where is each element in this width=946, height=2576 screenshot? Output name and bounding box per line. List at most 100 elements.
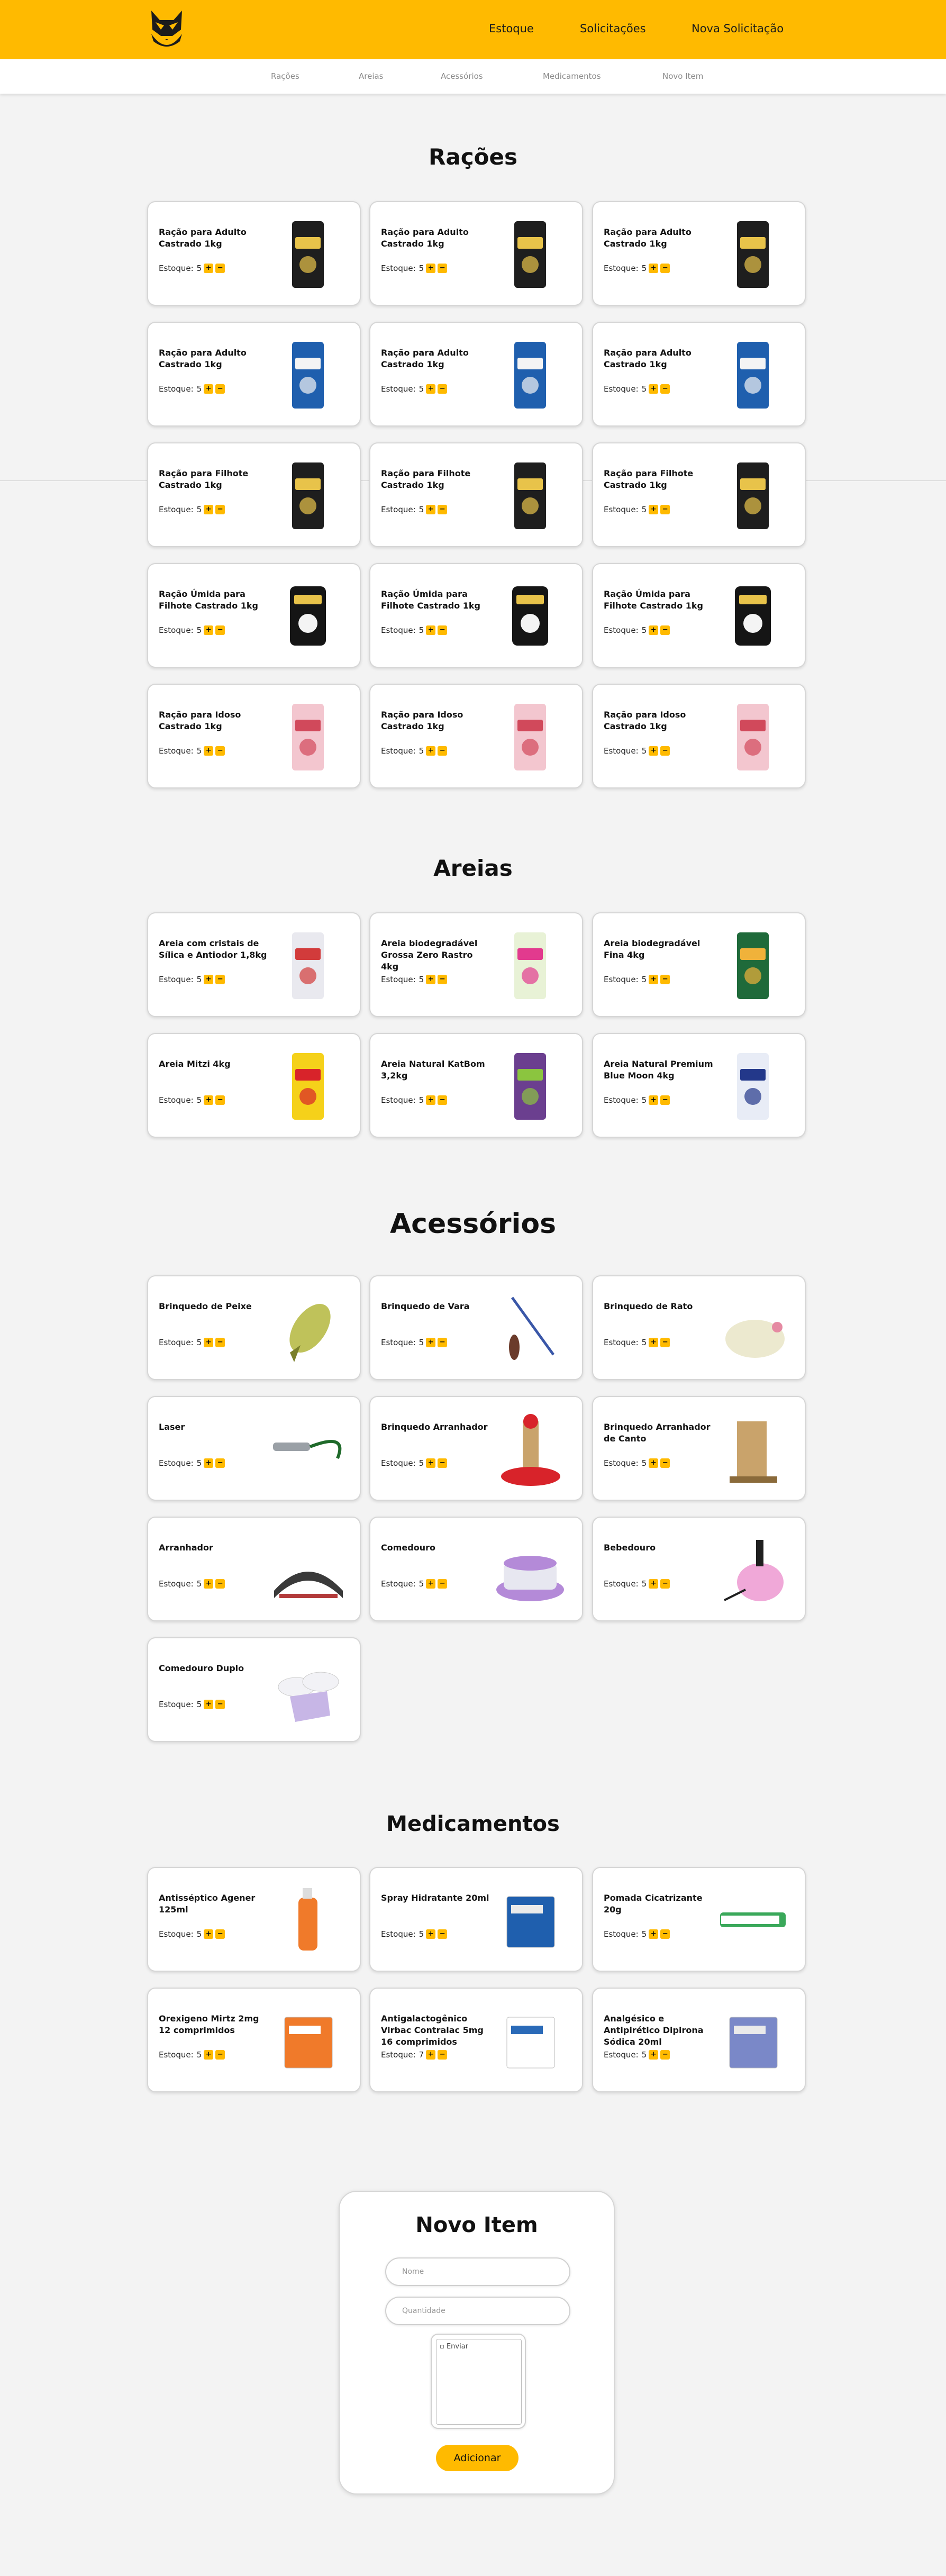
increment-button[interactable]: + xyxy=(204,1700,214,1709)
product-name: Orexigeno Mirtz 2mg 12 comprimidos xyxy=(159,2013,259,2035)
increment-button[interactable]: + xyxy=(204,1929,214,1939)
decrement-button[interactable]: − xyxy=(438,1929,448,1939)
increment-button[interactable]: + xyxy=(649,625,659,635)
stock-value: 5 xyxy=(641,1579,647,1589)
stock-label: Estoque: xyxy=(381,1929,416,1939)
decrement-button[interactable]: − xyxy=(215,625,225,635)
increment-button[interactable]: + xyxy=(649,1338,659,1347)
decrement-button[interactable]: − xyxy=(660,1929,670,1939)
wet-food-pouch-icon xyxy=(512,586,548,646)
decrement-button[interactable]: − xyxy=(215,505,225,514)
increment-button[interactable]: + xyxy=(426,746,436,756)
wet-food-pouch-icon xyxy=(290,586,326,646)
increment-button[interactable]: + xyxy=(426,505,436,514)
increment-button[interactable]: + xyxy=(204,2050,214,2060)
decrement-button[interactable]: − xyxy=(660,625,670,635)
decrement-button[interactable]: − xyxy=(215,1338,225,1347)
increment-button[interactable]: + xyxy=(649,1929,659,1939)
increment-button[interactable]: + xyxy=(426,1579,436,1589)
decrement-button[interactable]: − xyxy=(660,1095,670,1105)
increment-button[interactable]: + xyxy=(426,1929,436,1939)
name-input[interactable] xyxy=(385,2257,570,2286)
product-card: Ração para Idoso Castrado 1kg Estoque: 5… xyxy=(369,684,583,788)
increment-button[interactable]: + xyxy=(649,1095,659,1105)
increment-button[interactable]: + xyxy=(649,505,659,514)
increment-button[interactable]: + xyxy=(649,746,659,756)
feeder-bowl-icon xyxy=(496,1556,564,1601)
increment-button[interactable]: + xyxy=(426,264,436,273)
increment-button[interactable]: + xyxy=(204,625,214,635)
decrement-button[interactable]: − xyxy=(438,384,448,394)
decrement-button[interactable]: − xyxy=(215,1929,225,1939)
increment-button[interactable]: + xyxy=(426,384,436,394)
increment-button[interactable]: + xyxy=(426,2050,436,2060)
pink-food-bag-icon xyxy=(737,704,769,770)
decrement-button[interactable]: − xyxy=(215,264,225,273)
increment-button[interactable]: + xyxy=(649,975,659,984)
decrement-button[interactable]: − xyxy=(660,1579,670,1589)
decrement-button[interactable]: − xyxy=(438,505,448,514)
increment-button[interactable]: + xyxy=(426,1095,436,1105)
increment-button[interactable]: + xyxy=(426,975,436,984)
product-name: Ração para Adulto Castrado 1kg xyxy=(381,348,469,369)
increment-button[interactable]: + xyxy=(426,1458,436,1468)
decrement-button[interactable]: − xyxy=(660,1458,670,1468)
increment-button[interactable]: + xyxy=(204,975,214,984)
increment-button[interactable]: + xyxy=(426,1338,436,1347)
decrement-button[interactable]: − xyxy=(660,746,670,756)
decrement-button[interactable]: − xyxy=(215,1095,225,1105)
increment-button[interactable]: + xyxy=(426,625,436,635)
increment-button[interactable]: + xyxy=(204,384,214,394)
nav-nova-solicitacao-link[interactable]: Nova Solicitação xyxy=(692,22,784,35)
decrement-button[interactable]: − xyxy=(438,746,448,756)
decrement-button[interactable]: − xyxy=(660,505,670,514)
add-button[interactable]: Adicionar xyxy=(436,2445,519,2471)
decrement-button[interactable]: − xyxy=(215,746,225,756)
decrement-button[interactable]: − xyxy=(215,384,225,394)
decrement-button[interactable]: − xyxy=(660,264,670,273)
decrement-button[interactable]: − xyxy=(215,1579,225,1589)
cat-logo-icon[interactable] xyxy=(148,8,185,50)
subnav-areias-link[interactable]: Areias xyxy=(359,71,384,81)
decrement-button[interactable]: − xyxy=(215,975,225,984)
increment-button[interactable]: + xyxy=(649,1579,659,1589)
increment-button[interactable]: + xyxy=(204,746,214,756)
subnav-racoes-link[interactable]: Rações xyxy=(271,71,299,81)
decrement-button[interactable]: − xyxy=(660,1338,670,1347)
increment-button[interactable]: + xyxy=(649,2050,659,2060)
subnav-medicamentos-link[interactable]: Medicamentos xyxy=(543,71,601,81)
image-upload-preview[interactable]: ▫ Enviar xyxy=(436,2339,522,2425)
increment-button[interactable]: + xyxy=(204,1579,214,1589)
increment-button[interactable]: + xyxy=(649,1458,659,1468)
decrement-button[interactable]: − xyxy=(215,1458,225,1468)
product-card: Ração para Adulto Castrado 1kg Estoque: … xyxy=(592,201,806,306)
increment-button[interactable]: + xyxy=(204,1095,214,1105)
increment-button[interactable]: + xyxy=(649,384,659,394)
image-upload-box[interactable]: ▫ Enviar xyxy=(431,2334,526,2429)
nav-estoque-link[interactable]: Estoque xyxy=(489,22,534,35)
decrement-button[interactable]: − xyxy=(438,1458,448,1468)
decrement-button[interactable]: − xyxy=(660,975,670,984)
decrement-button[interactable]: − xyxy=(438,1095,448,1105)
subnav-acessorios-link[interactable]: Acessórios xyxy=(441,71,483,81)
increment-button[interactable]: + xyxy=(649,264,659,273)
decrement-button[interactable]: − xyxy=(660,384,670,394)
decrement-button[interactable]: − xyxy=(438,2050,448,2060)
increment-button[interactable]: + xyxy=(204,264,214,273)
increment-button[interactable]: + xyxy=(204,1458,214,1468)
increment-button[interactable]: + xyxy=(204,505,214,514)
stock-label: Estoque: xyxy=(159,1458,194,1468)
decrement-button[interactable]: − xyxy=(215,1700,225,1709)
decrement-button[interactable]: − xyxy=(438,1579,448,1589)
quantity-input[interactable] xyxy=(385,2297,570,2325)
increment-button[interactable]: + xyxy=(204,1338,214,1347)
subnav-novo-item-link[interactable]: Novo Item xyxy=(662,71,703,81)
decrement-button[interactable]: − xyxy=(660,2050,670,2060)
decrement-button[interactable]: − xyxy=(438,625,448,635)
product-name: Ração Úmida para Filhote Castrado 1kg xyxy=(159,589,258,611)
decrement-button[interactable]: − xyxy=(215,2050,225,2060)
nav-solicitacoes-link[interactable]: Solicitações xyxy=(580,22,646,35)
decrement-button[interactable]: − xyxy=(438,975,448,984)
decrement-button[interactable]: − xyxy=(438,264,448,273)
decrement-button[interactable]: − xyxy=(438,1338,448,1347)
